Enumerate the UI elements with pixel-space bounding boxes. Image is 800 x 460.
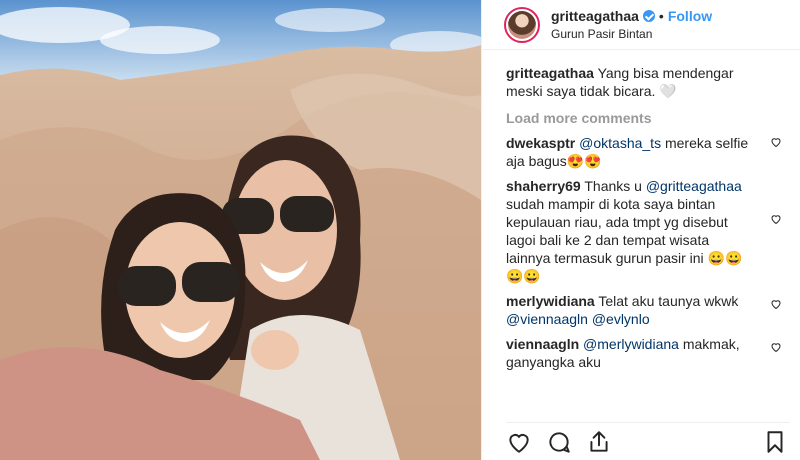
- bookmark-icon[interactable]: [762, 429, 788, 455]
- heart-icon[interactable]: [770, 341, 782, 353]
- load-more-comments-button[interactable]: Load more comments: [506, 110, 784, 126]
- photo-illustration: [0, 0, 481, 460]
- verified-badge-icon: [642, 9, 655, 22]
- comment-username[interactable]: dwekasptr: [506, 135, 575, 151]
- comments-section: gritteagathaa Yang bisa mendengar meski …: [482, 50, 800, 371]
- location-link[interactable]: Gurun Pasir Bintan: [551, 25, 712, 43]
- separator-dot: •: [658, 7, 664, 24]
- comment-text-prefix: Thanks u: [584, 178, 646, 194]
- follow-button[interactable]: Follow: [668, 7, 712, 25]
- comment-mention[interactable]: @viennaagln: [506, 311, 588, 327]
- comment-text-prefix: Telat aku taunya wkwk: [598, 293, 739, 309]
- post-header: gritteagathaa • Follow Gurun Pasir Binta…: [482, 0, 800, 50]
- post-actions-bar: [506, 422, 790, 460]
- caption-username[interactable]: gritteagathaa: [506, 65, 594, 81]
- comment-icon[interactable]: [546, 429, 572, 455]
- comment-item: merlywidiana Telat aku taunya wkwk @vien…: [506, 292, 784, 328]
- share-icon[interactable]: [586, 429, 612, 455]
- heart-icon[interactable]: [770, 213, 782, 225]
- post-side-panel: gritteagathaa • Follow Gurun Pasir Binta…: [481, 0, 800, 460]
- comment-mention-2[interactable]: @evlynlo: [592, 311, 650, 327]
- heart-icon[interactable]: [770, 136, 782, 148]
- instagram-post: gritteagathaa • Follow Gurun Pasir Binta…: [0, 0, 800, 460]
- heart-icon[interactable]: [770, 298, 782, 310]
- comment-username[interactable]: viennaagln: [506, 336, 579, 352]
- comment-item: dwekasptr @oktasha_ts mereka selfie aja …: [506, 134, 784, 170]
- post-photo[interactable]: [0, 0, 481, 460]
- comment-item: viennaagln @merlywidiana makmak, ganyang…: [506, 335, 784, 371]
- comment-username[interactable]: merlywidiana: [506, 293, 595, 309]
- heart-icon[interactable]: [506, 429, 532, 455]
- comment-mention[interactable]: @oktasha_ts: [579, 135, 661, 151]
- avatar[interactable]: [504, 6, 540, 43]
- comment-username[interactable]: shaherry69: [506, 178, 581, 194]
- post-caption: gritteagathaa Yang bisa mendengar meski …: [506, 64, 756, 100]
- author-username[interactable]: gritteagathaa: [551, 7, 639, 25]
- comment-item: shaherry69 Thanks u @gritteagathaa sudah…: [506, 177, 784, 285]
- comment-text: sudah mampir di kota saya bintan kepulau…: [506, 196, 743, 284]
- comment-mention[interactable]: @merlywidiana: [583, 336, 679, 352]
- comment-mention[interactable]: @gritteagathaa: [646, 178, 742, 194]
